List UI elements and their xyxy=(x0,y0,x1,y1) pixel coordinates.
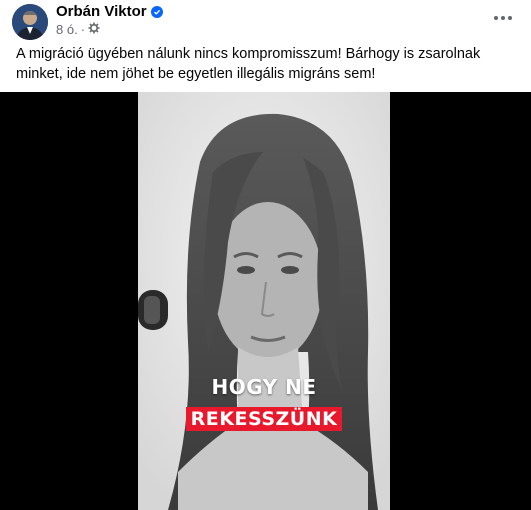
post-meta: 8 ó. · xyxy=(56,22,100,38)
video-caption-top: HOGY NE xyxy=(211,375,317,399)
more-dot xyxy=(494,16,498,20)
meta-separator: · xyxy=(80,22,86,37)
avatar-image xyxy=(12,4,48,40)
avatar[interactable] xyxy=(12,4,48,40)
post-text: A migráció ügyében nálunk nincs kompromi… xyxy=(16,46,481,82)
post-time[interactable]: 8 ó. xyxy=(56,22,78,38)
more-dot xyxy=(508,16,512,20)
more-options-icon[interactable] xyxy=(489,6,517,30)
author-name[interactable]: Orbán Viktor xyxy=(56,3,147,21)
video-player[interactable]: HOGY NE REKESSZÜNK xyxy=(0,92,531,510)
video-still-image xyxy=(138,92,390,510)
post-header: Orbán Viktor 8 ó. · xyxy=(0,0,531,42)
video-caption-bottom-wrap: REKESSZÜNK xyxy=(138,407,390,431)
more-dot xyxy=(501,16,505,20)
video-frame[interactable]: HOGY NE REKESSZÜNK xyxy=(138,92,390,510)
verified-badge-icon xyxy=(150,6,163,18)
globe-gear-icon xyxy=(88,22,100,38)
video-caption-bottom: REKESSZÜNK xyxy=(185,407,343,431)
author-row: Orbán Viktor xyxy=(56,3,163,21)
